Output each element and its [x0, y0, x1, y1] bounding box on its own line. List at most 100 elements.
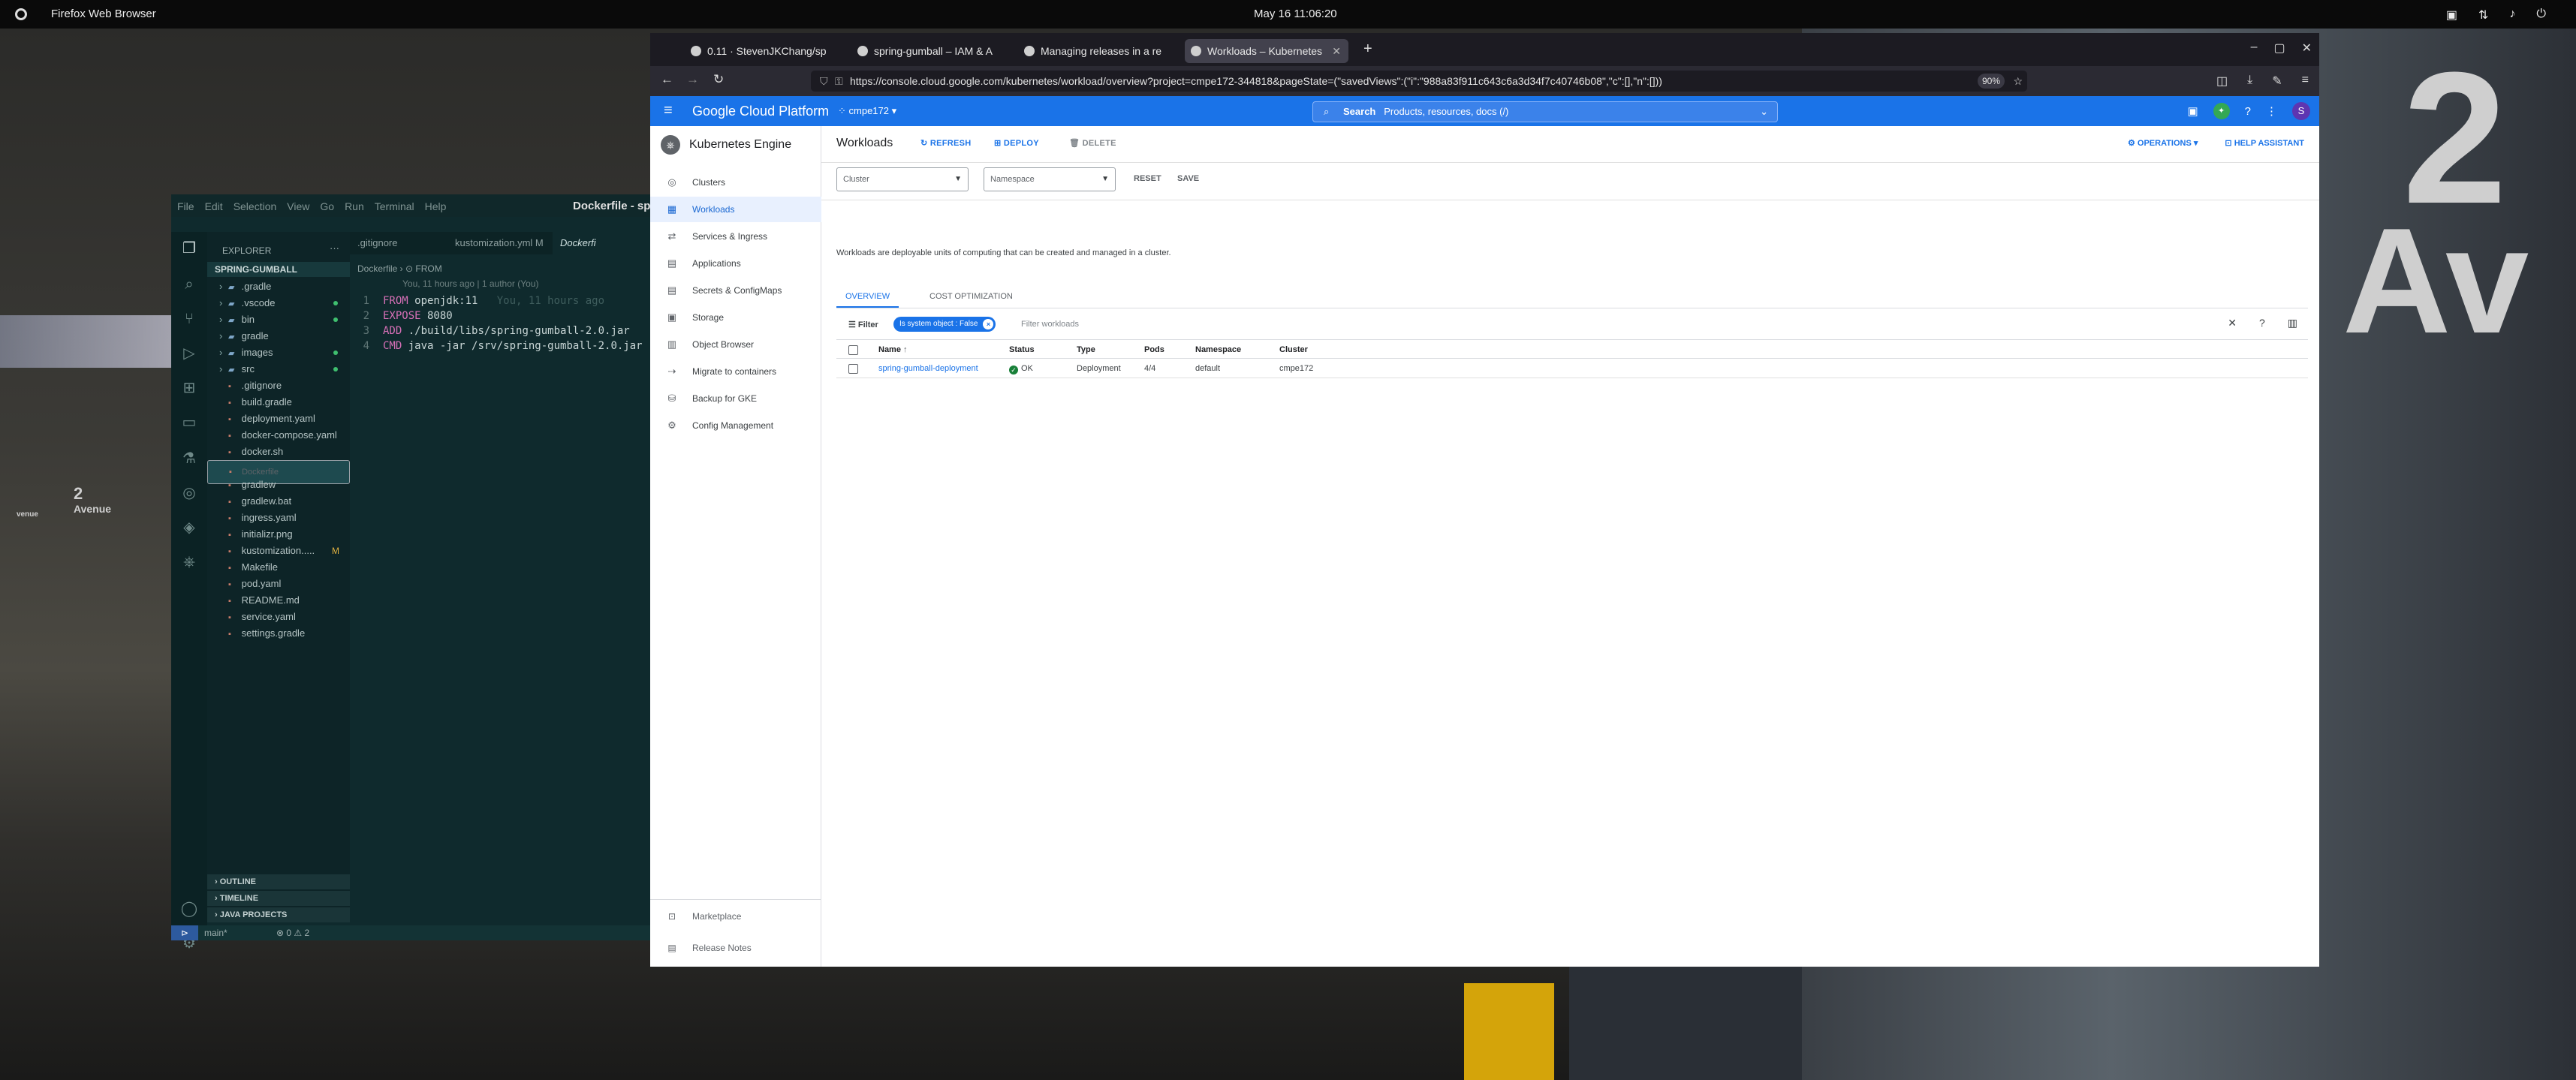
reset-button[interactable]: RESET [1134, 174, 1161, 183]
nav-marketplace[interactable]: ⊡ Marketplace [650, 904, 821, 929]
tree-folder[interactable]: › ▰ images [207, 344, 350, 361]
new-tab-icon[interactable]: + [1363, 41, 1372, 58]
more-vert-icon[interactable]: ⋮ [2266, 104, 2277, 118]
editor-tab[interactable]: .gitignore [350, 232, 447, 254]
minimize-icon[interactable]: – [2251, 41, 2258, 56]
project-root[interactable]: SPRING-GUMBALL [207, 262, 350, 277]
remote-indicator-icon[interactable]: ⊳ [171, 925, 198, 940]
nav-release-notes[interactable]: ▤ Release Notes [650, 935, 821, 961]
nav-item-config-management[interactable]: ⚙ Config Management [650, 413, 821, 438]
tree-folder[interactable]: › ▰ .gradle [207, 278, 350, 295]
menu-file[interactable]: File [177, 200, 194, 212]
save-button[interactable]: SAVE [1177, 174, 1199, 183]
tree-folder[interactable]: › ▰ gradle [207, 328, 350, 344]
menu-terminal[interactable]: Terminal [375, 200, 414, 212]
system-tray[interactable]: ▣ ⇅ ♪ ⏻ [2446, 8, 2546, 23]
editor-tab[interactable]: Dockerfi [553, 232, 652, 254]
tree-file[interactable]: ▪ service.yaml [207, 609, 350, 625]
col-pods[interactable]: Pods [1144, 340, 1164, 359]
col-type[interactable]: Type [1077, 340, 1095, 359]
cloud-shell-icon[interactable]: ▣ [2187, 104, 2198, 118]
network-icon[interactable]: ⇅ [2478, 8, 2488, 23]
search-expand-icon[interactable]: ⌄ [1760, 102, 1768, 122]
nav-item-workloads[interactable]: ▦ Workloads [650, 197, 821, 222]
menu-help[interactable]: Help [425, 200, 447, 212]
col-name[interactable]: Name ↑ [878, 340, 908, 359]
remote-explorer-icon[interactable]: ▭ [180, 414, 198, 432]
gcp-brand[interactable]: Google Cloud Platform [692, 104, 829, 119]
avatar[interactable]: S [2292, 102, 2310, 120]
site-info-icon[interactable]: ⚿ [835, 71, 843, 92]
row-checkbox[interactable] [848, 364, 858, 374]
accounts-icon[interactable]: ◯ [180, 900, 198, 918]
gift-icon[interactable]: ✦ [2213, 103, 2230, 119]
tree-file[interactable]: ▪ ingress.yaml [207, 510, 350, 526]
select-all-checkbox[interactable] [848, 345, 858, 355]
tab-cost-optimization[interactable]: COST OPTIMIZATION [920, 285, 1022, 308]
active-app-name[interactable]: Firefox Web Browser [51, 8, 156, 20]
tab-overview[interactable]: OVERVIEW [836, 285, 899, 308]
activities-icon[interactable] [15, 8, 27, 20]
zoom-level[interactable]: 90% [1977, 74, 2005, 89]
namespace-select[interactable]: Namespace ▼ [984, 167, 1116, 191]
gitlens-icon[interactable]: ◎ [180, 484, 198, 502]
run-debug-icon[interactable]: ▷ [180, 344, 198, 363]
back-icon[interactable]: ← [661, 72, 673, 87]
menu-selection[interactable]: Selection [233, 200, 277, 212]
table-help-icon[interactable]: ? [2259, 317, 2265, 329]
help-assistant-button[interactable]: ⊡ HELP ASSISTANT [2225, 138, 2304, 148]
nav-item-applications[interactable]: ▤ Applications [650, 251, 821, 276]
nav-item-storage[interactable]: ▣ Storage [650, 305, 821, 330]
col-cluster[interactable]: Cluster [1279, 340, 1308, 359]
search-icon[interactable]: ⌕ [180, 275, 198, 293]
main-menu-icon[interactable]: ≡ [664, 102, 673, 119]
nav-item-migrate-to-containers[interactable]: ⇢ Migrate to containers [650, 359, 821, 384]
git-branch[interactable]: main* [204, 925, 227, 940]
clock[interactable]: May 16 11:06:20 [1254, 8, 1337, 20]
browser-tab[interactable]: Workloads – Kubernetes ✕ [1185, 39, 1348, 63]
col-namespace[interactable]: Namespace [1195, 340, 1241, 359]
tree-file[interactable]: ▪ gradlew [207, 477, 350, 493]
project-selector[interactable]: ⁘ cmpe172 ▾ [838, 105, 896, 117]
explorer-icon[interactable]: ❐ [180, 239, 198, 257]
menu-view[interactable]: View [287, 200, 309, 212]
nav-item-secrets-configmaps[interactable]: ▤ Secrets & ConfigMaps [650, 278, 821, 303]
kubernetes-icon[interactable]: ⎈ [180, 553, 198, 571]
testing-icon[interactable]: ⚗ [180, 450, 198, 468]
reload-icon[interactable]: ↻ [713, 72, 724, 87]
tree-file[interactable]: ▪ docker.sh [207, 444, 350, 460]
operations-button[interactable]: ⚙ OPERATIONS ▾ [2128, 138, 2198, 148]
forward-icon[interactable]: → [686, 72, 699, 87]
nav-item-services-ingress[interactable]: ⇄ Services & Ingress [650, 224, 821, 249]
workload-name-link[interactable]: spring-gumball-deployment [878, 359, 978, 378]
help-icon[interactable]: ? [2245, 105, 2251, 118]
breadcrumb[interactable]: Dockerfile › ⊙ FROM [357, 263, 442, 274]
tree-file[interactable]: ▪ Makefile [207, 559, 350, 576]
tree-folder[interactable]: › ▰ .vscode [207, 295, 350, 311]
extensions-icon[interactable]: ⊞ [180, 379, 198, 397]
tree-file[interactable]: ▪ initializr.png [207, 526, 350, 543]
close-window-icon[interactable]: ✕ [2302, 41, 2312, 56]
sidebar-section-timeline[interactable]: › TIMELINE [207, 891, 350, 906]
menu-run[interactable]: Run [345, 200, 364, 212]
nav-item-backup-for-gke[interactable]: ⛁ Backup for GKE [650, 386, 821, 411]
clear-filter-icon[interactable]: ✕ [2228, 317, 2237, 329]
tree-file[interactable]: ▪ pod.yaml [207, 576, 350, 592]
pocket-icon[interactable]: ◫ [2216, 74, 2228, 89]
tree-folder[interactable]: › ▰ src [207, 361, 350, 378]
cluster-select[interactable]: Cluster ▼ [836, 167, 969, 191]
tree-folder[interactable]: › ▰ bin [207, 311, 350, 328]
sidebar-section-outline[interactable]: › OUTLINE [207, 874, 350, 889]
search-box[interactable]: ⌕ Search Products, resources, docs (/) ⌄ [1312, 101, 1778, 122]
nav-item-object-browser[interactable]: ▥ Object Browser [650, 332, 821, 357]
col-status[interactable]: Status [1009, 340, 1035, 359]
tree-file[interactable]: ▪ deployment.yaml [207, 411, 350, 427]
tree-file[interactable]: ▪ gradlew.bat [207, 493, 350, 510]
menu-go[interactable]: Go [320, 200, 334, 212]
delete-button[interactable]: 🗑 DELETE [1069, 138, 1116, 148]
tree-file[interactable]: ▪ build.gradle [207, 394, 350, 411]
tracking-shield-icon[interactable]: ⛉ [820, 71, 828, 92]
downloads-icon[interactable]: ⤓ [2247, 74, 2252, 89]
power-icon[interactable]: ⏻ [2536, 8, 2546, 23]
column-display-icon[interactable]: ▥ [2288, 317, 2297, 329]
